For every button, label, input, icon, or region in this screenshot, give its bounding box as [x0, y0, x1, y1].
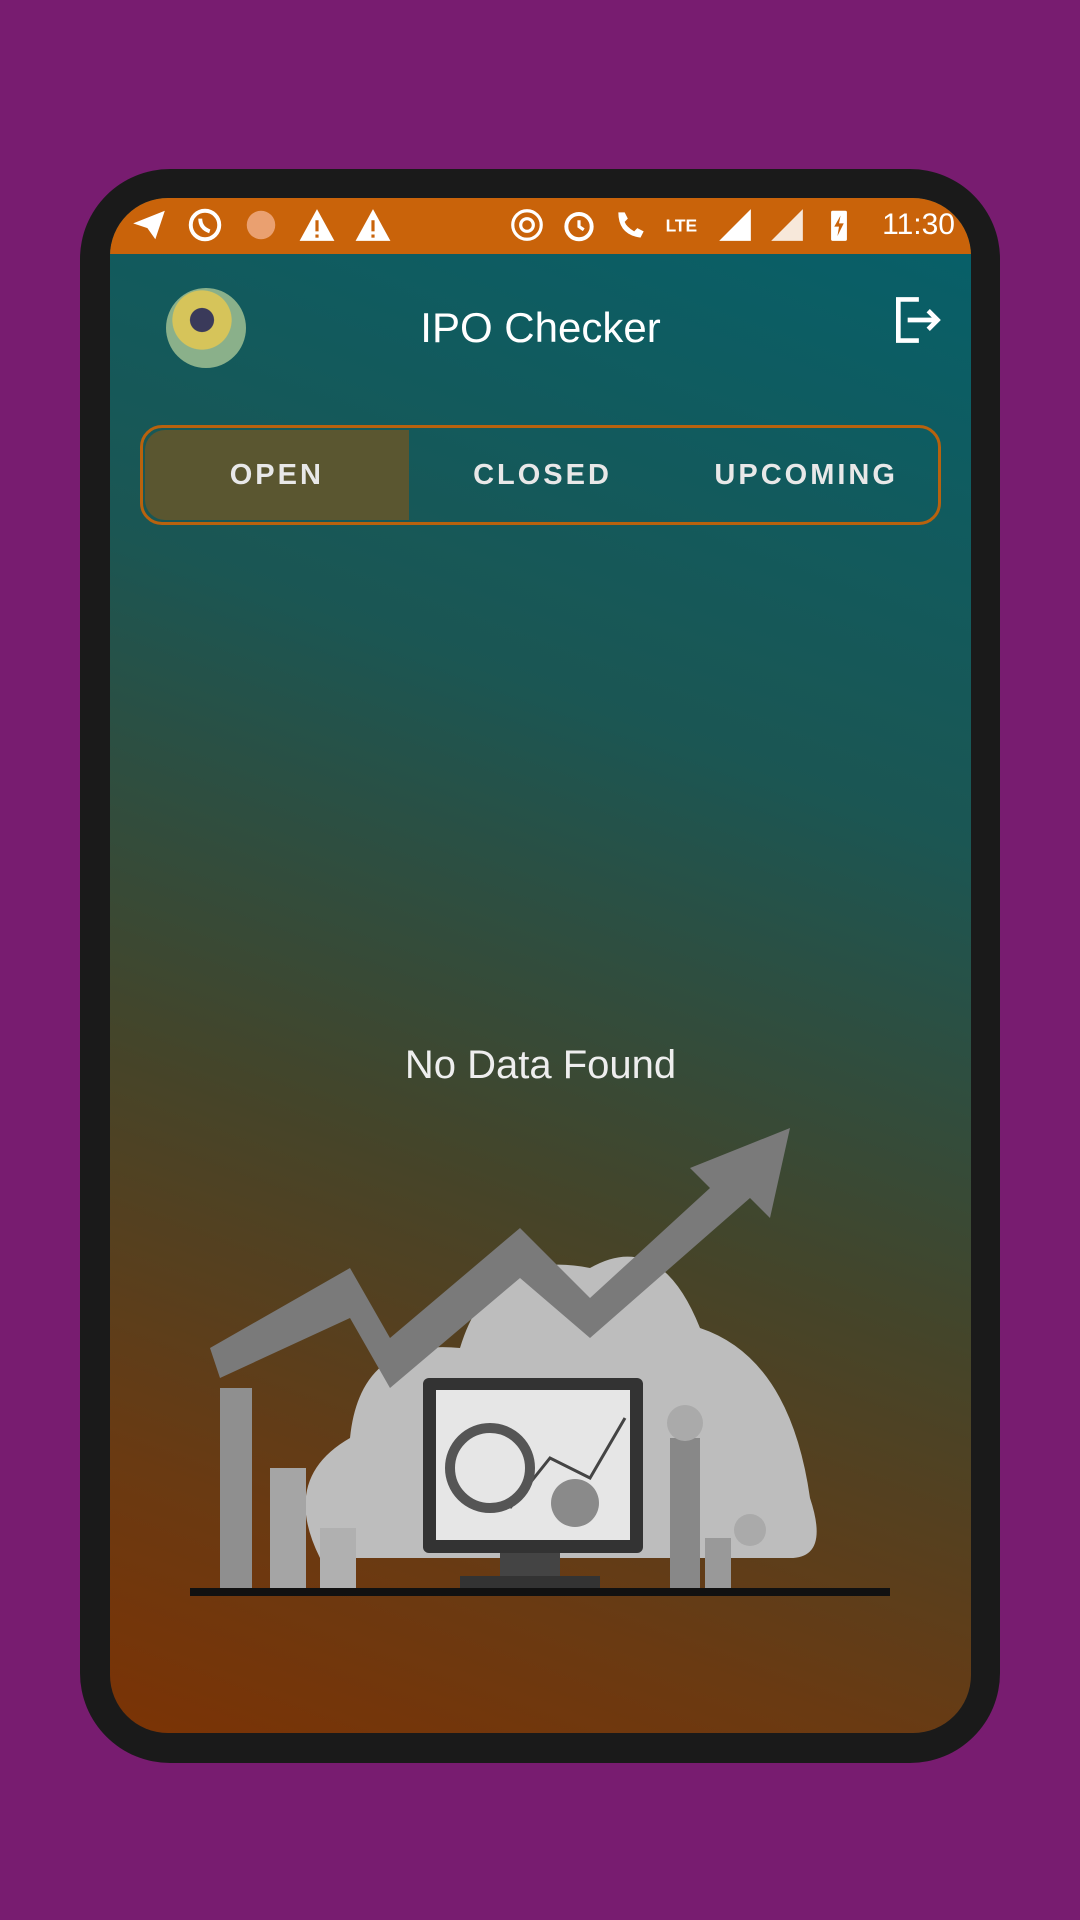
tab-closed[interactable]: CLOSED: [411, 428, 675, 522]
signal-icon: [719, 209, 751, 241]
warning-icon: [299, 209, 335, 241]
page-title: IPO Checker: [420, 304, 661, 351]
battery-charging-icon: [831, 210, 848, 241]
hotspot-icon: [511, 209, 543, 241]
volte-call-icon: [618, 212, 644, 238]
tab-upcoming[interactable]: UPCOMING: [674, 428, 938, 522]
tab-bar: OPEN CLOSED UPCOMING: [140, 425, 941, 525]
telegram-icon: [133, 210, 165, 240]
status-bar: LTE 11:30: [110, 198, 971, 254]
empty-state-message: No Data Found: [404, 1043, 677, 1087]
circle-icon: [246, 210, 276, 240]
svg-text:LTE: LTE: [666, 215, 698, 235]
warning-icon: [355, 209, 391, 241]
app-screen: LTE 11:30 IPO Checker OPEN CLOSED UPCOMI…: [110, 198, 971, 1733]
status-time: 11:30: [882, 208, 955, 241]
tab-open[interactable]: OPEN: [145, 430, 409, 520]
logout-icon[interactable]: [887, 292, 947, 348]
growth-chart-illustration: [190, 1128, 890, 1596]
whatsapp-icon: [188, 208, 222, 242]
alarm-icon: [564, 211, 594, 242]
lte-icon: LTE: [666, 215, 698, 235]
signal-icon: [771, 209, 803, 241]
